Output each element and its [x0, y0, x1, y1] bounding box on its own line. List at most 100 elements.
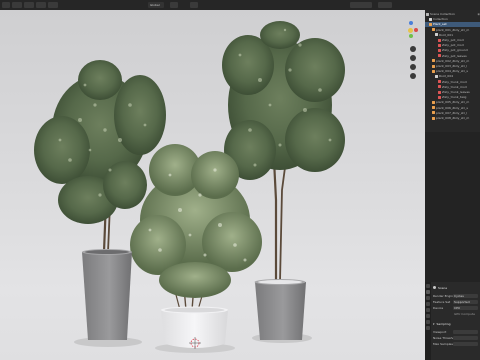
outliner-row[interactable]: Ziziy_trunk_mod◉ [425, 80, 480, 85]
outliner[interactable]: Scene Collection◉Collection◉Plant_set◉pl… [425, 10, 480, 132]
feature-set-row: Feature Set Supported [433, 300, 479, 305]
sampling-section-title[interactable]: ▾ Sampling [433, 322, 479, 327]
outliner-item-label: plant_006_Ziziy_str_s [436, 105, 468, 110]
grey-pot-right [255, 282, 306, 340]
outliner-row[interactable]: Ziziy_pot_ground◉ [425, 48, 480, 53]
snap-toggle[interactable] [170, 2, 178, 8]
render-engine-dropdown[interactable]: Cycles [453, 294, 478, 299]
overlay-button[interactable] [378, 2, 392, 8]
outliner-item-label: Ziziy_pot_leaves [442, 53, 467, 58]
outliner-row[interactable]: plant_007_Ziziy_str_l◉ [425, 111, 480, 116]
chevron-down-icon: ▾ [433, 322, 435, 326]
outliner-item-label: plant_004_Ziziy_str_s [436, 69, 468, 74]
proportional-edit-toggle[interactable] [190, 2, 198, 8]
right-sidebar: Scene Collection◉Collection◉Plant_set◉pl… [425, 0, 480, 360]
outliner-item-label: Ziziy_pot_mod [442, 38, 464, 42]
outliner-row[interactable]: Ziziy_trunk_twig◉ [425, 95, 480, 100]
modifier-tab-icon[interactable] [426, 326, 430, 330]
outliner-item-icon [432, 69, 435, 73]
outliner-item-icon [435, 33, 438, 37]
outliner-item-icon [432, 116, 435, 120]
outliner-item-label: plant_008_Ziziy_str_m [436, 116, 470, 120]
outliner-item-label: plant_005_Ziziy_str_m [436, 100, 470, 105]
tool-tab-icon[interactable] [426, 284, 430, 288]
view-layer-tab-icon[interactable] [426, 302, 430, 306]
white-pot-center [161, 310, 228, 348]
outliner-item-label: Root_004 [439, 74, 454, 79]
outliner-item-icon [429, 17, 432, 21]
tall-pot-left [82, 252, 132, 340]
noise-threshold-row: Noise Threshold [433, 336, 479, 341]
outliner-item-icon [438, 90, 441, 94]
outliner-item-icon [432, 28, 435, 32]
outliner-item-label: plant_001_Ziziy_str_m [436, 27, 470, 32]
transform-orientation-dropdown[interactable]: Global [148, 2, 164, 8]
outliner-item-label: Ziziy_pot_mod [442, 43, 464, 48]
menu-add[interactable] [36, 2, 46, 8]
outliner-item-label: Ziziy_trunk_mod [442, 84, 467, 89]
feature-set-dropdown[interactable]: Supported [453, 300, 478, 305]
max-samples-field[interactable] [453, 342, 478, 347]
outliner-row[interactable]: Plant_set◉ [425, 22, 480, 27]
editor-type-button[interactable] [2, 2, 10, 8]
outliner-item-icon [438, 95, 441, 99]
device-subrow: GPU Compute [433, 312, 479, 317]
outliner-item-label: Plant_set [433, 22, 447, 27]
outliner-row[interactable]: Ziziy_pot_mod◉ [425, 38, 480, 43]
outliner-row[interactable]: plant_005_Ziziy_str_m◉ [425, 100, 480, 105]
scene-icon [433, 286, 436, 289]
outliner-row[interactable]: Root_001◉ [425, 33, 480, 38]
outliner-item-label: Ziziy_trunk_twig [442, 95, 467, 100]
render-engine-row: Render Engine Cycles [433, 294, 479, 299]
outliner-item-icon [438, 38, 441, 42]
3d-viewport[interactable] [0, 10, 425, 360]
header-bar: Global Scene View Layer [0, 0, 480, 10]
properties-editor[interactable]: Scene Render Engine Cycles Feature Set S… [425, 282, 480, 360]
menu-select[interactable] [24, 2, 34, 8]
outliner-row[interactable]: plant_006_Ziziy_str_s◉ [425, 106, 480, 111]
device-dropdown[interactable]: CPU [453, 306, 478, 311]
outliner-item-label: Ziziy_trunk_mod [442, 79, 467, 84]
device-row: Device CPU [433, 306, 479, 311]
menu-view[interactable] [12, 2, 22, 8]
render-tab-icon[interactable] [426, 290, 430, 294]
output-tab-icon[interactable] [426, 296, 430, 300]
outliner-item-icon [432, 106, 435, 110]
outliner-item-label: Collection [433, 17, 448, 22]
outliner-item-icon [432, 64, 435, 68]
outliner-item-icon [435, 74, 438, 78]
outliner-row[interactable]: Ziziy_trunk_mod◉ [425, 85, 480, 90]
outliner-item-label: Scene Collection [430, 12, 455, 16]
outliner-row[interactable]: plant_003_Ziziy_str_l◉ [425, 64, 480, 69]
world-tab-icon[interactable] [426, 314, 430, 318]
max-samples-row: Max Samples [433, 342, 479, 347]
outliner-item-icon [432, 100, 435, 104]
outliner-item-icon [438, 85, 441, 89]
outliner-item-icon [432, 59, 435, 63]
outliner-item-icon [426, 12, 429, 16]
outliner-item-icon [429, 22, 432, 26]
outliner-row[interactable]: Ziziy_trunk_leaves◉ [425, 90, 480, 95]
outliner-item-icon [438, 80, 441, 84]
shading-buttons[interactable] [350, 2, 372, 8]
outliner-row[interactable]: plant_001_Ziziy_str_m◉ [425, 28, 480, 33]
outliner-item-icon [438, 43, 441, 47]
outliner-row[interactable]: Collection◉ [425, 17, 480, 22]
viewport-samples-field[interactable] [453, 330, 478, 335]
outliner-row[interactable]: plant_002_Ziziy_str_m◉ [425, 59, 480, 64]
outliner-row[interactable]: plant_004_Ziziy_str_s◉ [425, 69, 480, 74]
scene-tab-icon[interactable] [426, 308, 430, 312]
menu-object[interactable] [48, 2, 58, 8]
outliner-row[interactable]: plant_008_Ziziy_str_m◉ [425, 116, 480, 121]
outliner-item-label: plant_007_Ziziy_str_l [436, 110, 468, 115]
outliner-item-label: plant_002_Ziziy_str_m [436, 58, 470, 63]
object-tab-icon[interactable] [426, 320, 430, 324]
noise-threshold-field[interactable] [453, 336, 478, 341]
outliner-row[interactable]: Scene Collection ◉ [425, 12, 480, 17]
outliner-row[interactable]: Root_004◉ [425, 74, 480, 79]
sampling-viewport-row: Viewport [433, 330, 479, 335]
outliner-row[interactable]: Ziziy_pot_mod◉ [425, 43, 480, 48]
plant-render [34, 21, 345, 353]
scene-section-title[interactable]: Scene [433, 286, 479, 291]
outliner-row[interactable]: Ziziy_pot_leaves◉ [425, 54, 480, 59]
